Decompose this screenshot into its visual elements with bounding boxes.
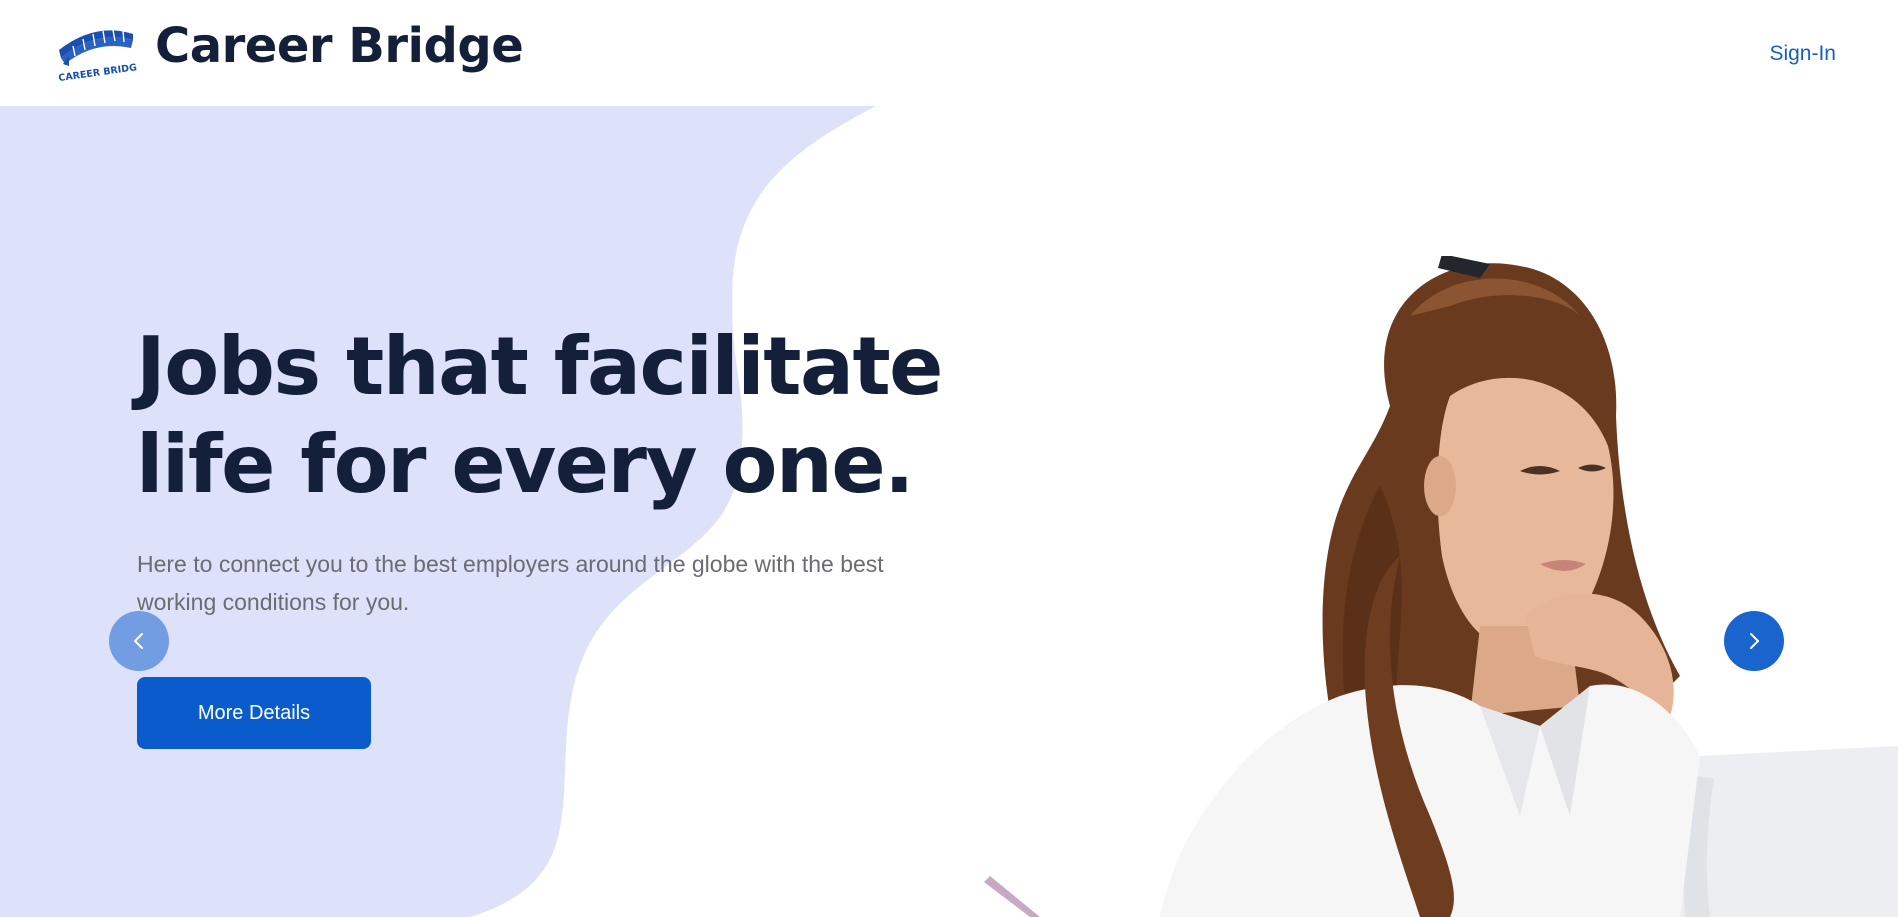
hero-headline-line-1: Jobs that facilitate (136, 320, 943, 413)
career-bridge-logo[interactable]: CAREER BRIDGE (55, 20, 137, 82)
logo-text: CAREER BRIDGE (58, 61, 137, 82)
hero-headline: Jobs that facilitate life for every one. (136, 318, 1036, 514)
chevron-left-icon (134, 633, 143, 649)
hero-subtext: Here to connect you to the best employer… (137, 551, 884, 615)
carousel-prev-button[interactable] (109, 611, 169, 671)
carousel-next-button[interactable] (1724, 611, 1784, 671)
brand-name[interactable]: Career Bridge (155, 18, 524, 74)
hero-woman-image (984, 256, 1898, 917)
chevron-right-icon (1750, 633, 1759, 649)
sign-in-link[interactable]: Sign-In (1769, 42, 1836, 66)
hero-headline-line-2: life for every one. (136, 418, 915, 511)
more-details-button[interactable]: More Details (137, 677, 371, 749)
site-header: CAREER BRIDGE Career Bridge Sign-In (0, 0, 1898, 106)
page: CAREER BRIDGE Career Bridge Sign-In Jobs… (0, 0, 1898, 917)
